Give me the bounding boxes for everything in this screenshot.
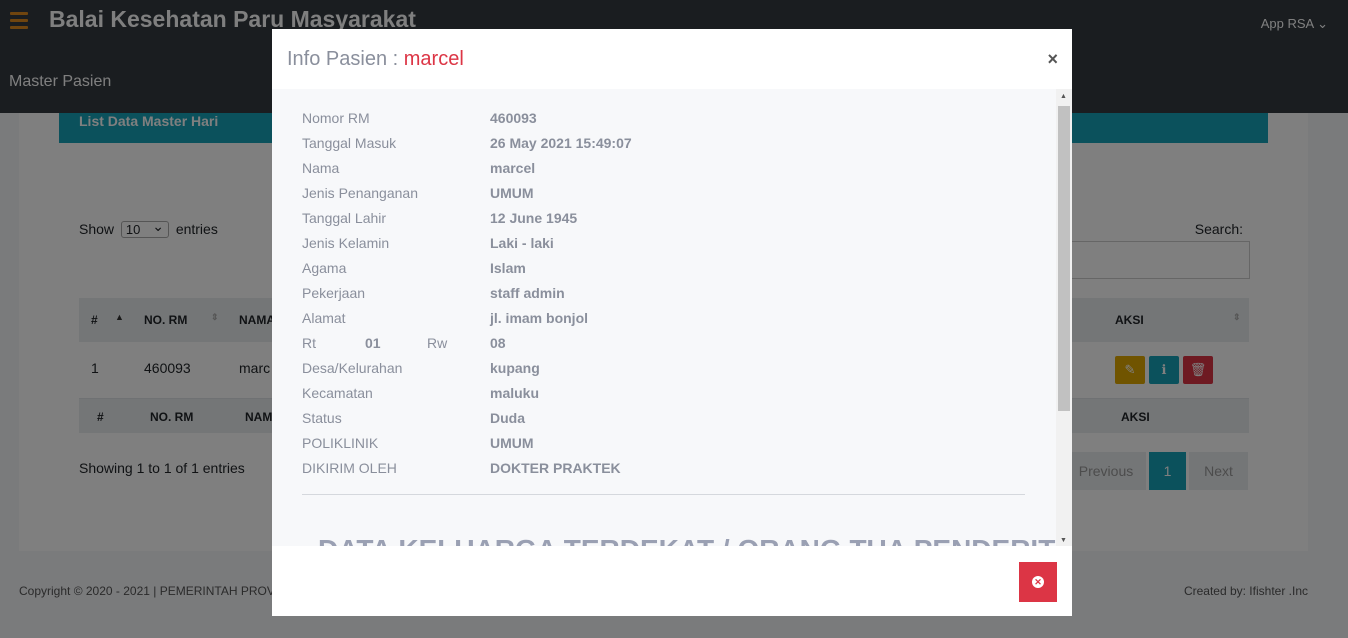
info-value: 460093 (490, 110, 537, 126)
info-label: Tanggal Lahir (302, 210, 387, 226)
info-label: DIKIRIM OLEH (302, 460, 397, 476)
info-label: Status (302, 410, 342, 426)
info-value: staff admin (490, 285, 565, 301)
info-label: Pekerjaan (302, 285, 366, 301)
info-value: Laki - laki (490, 235, 554, 251)
info-label: POLIKLINIK (302, 435, 379, 451)
modal-body: Nomor RM 460093 Tanggal Masuk 26 May 2021 … (272, 89, 1056, 546)
modal-title-prefix: Info Pasien : (287, 48, 404, 70)
rt-value: 01 (365, 335, 381, 351)
info-label: Desa/Kelurahan (302, 360, 403, 376)
info-value: Duda (490, 410, 525, 426)
info-value: maluku (490, 385, 540, 401)
info-label: Nomor RM (302, 110, 370, 126)
info-label: Jenis Kelamin (302, 235, 390, 251)
info-value: DOKTER PRAKTEK (490, 460, 621, 476)
info-label: Agama (302, 260, 347, 276)
info-label: Jenis Penanganan (302, 185, 418, 201)
info-value: jl. imam bonjol (490, 310, 589, 326)
modal-header: Info Pasien : marcel × (272, 29, 1072, 89)
family-section-title: DATA KELUARGA TERDEKAT / ORANG TUA PENDE… (318, 534, 1056, 546)
info-label: Alamat (302, 310, 346, 326)
section-divider (302, 494, 1025, 495)
info-label: Tanggal Masuk (302, 135, 397, 151)
info-value: 26 May 2021 15:49:07 (490, 135, 632, 151)
rt-label: Rt (302, 335, 316, 351)
scroll-thumb[interactable] (1058, 106, 1070, 411)
times-circle-icon: ✕ (1032, 576, 1044, 588)
info-label: Nama (302, 160, 340, 176)
scroll-up-arrow-icon[interactable]: ▲ (1060, 93, 1067, 100)
info-value: kupang (490, 360, 540, 376)
rw-value: 08 (490, 335, 506, 351)
modal-title: Info Pasien : marcel (287, 48, 464, 71)
modal-footer: ✕ (272, 546, 1072, 616)
info-label: Kecamatan (302, 385, 373, 401)
close-icon[interactable]: × (1047, 49, 1058, 70)
scroll-down-arrow-icon[interactable]: ▼ (1060, 537, 1067, 544)
rw-label: Rw (427, 335, 448, 351)
modal-scrollbar[interactable]: ▲ ▼ (1056, 89, 1072, 546)
info-value: UMUM (490, 185, 534, 201)
patient-info-modal: Info Pasien : marcel × Nomor RM 460093 Ta… (272, 29, 1072, 616)
info-value: marcel (490, 160, 536, 176)
close-modal-button[interactable]: ✕ (1019, 562, 1057, 602)
modal-patient-name: marcel (403, 48, 464, 70)
info-value: 12 June 1945 (490, 210, 578, 226)
info-value: UMUM (490, 435, 534, 451)
info-value: Islam (490, 260, 526, 276)
